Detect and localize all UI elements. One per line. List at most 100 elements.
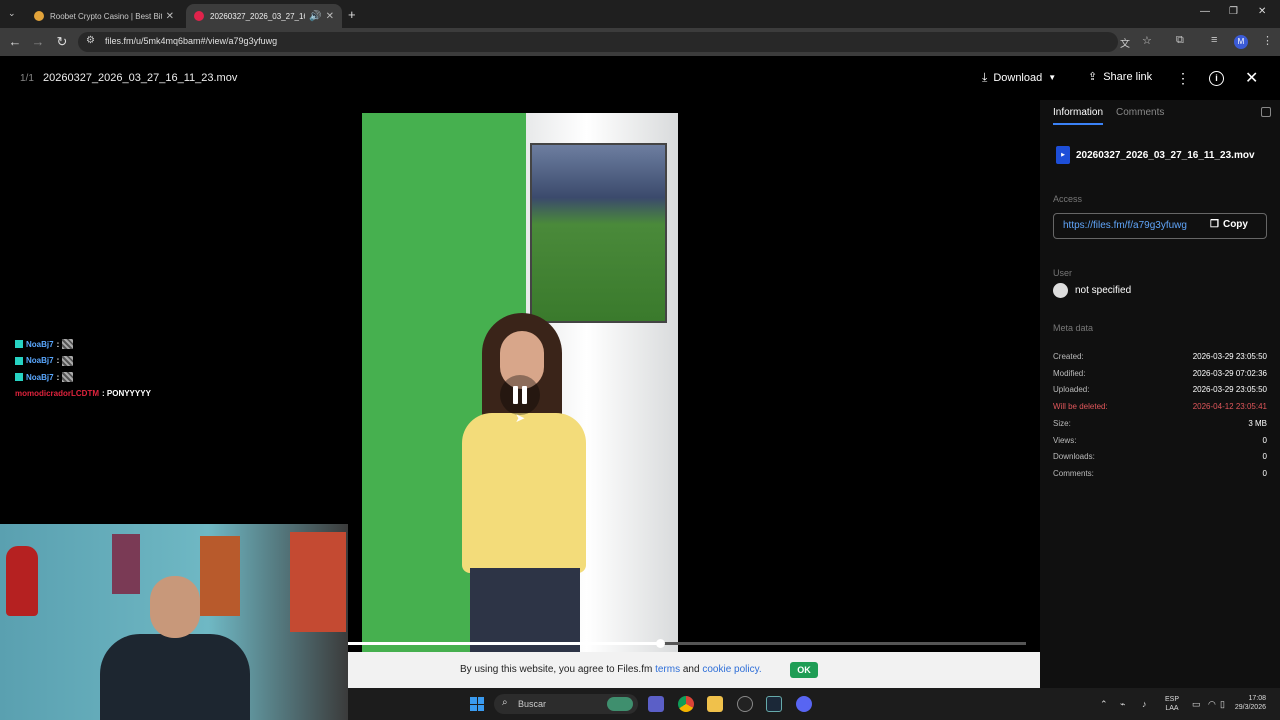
site-info-icon[interactable]: ⚙ — [86, 35, 95, 46]
viewer-filename: 20260327_2026_03_27_16_11_23.mov — [43, 72, 238, 84]
speaker-icon[interactable]: ♪ — [1142, 700, 1147, 709]
network-icon[interactable]: ⌁ — [1120, 700, 1125, 709]
cookie-policy-link[interactable]: cookie policy. — [702, 664, 761, 675]
meta-row: Will be deleted: 2026-04-12 23:05:41 — [1053, 402, 1267, 411]
video-file-icon: ▶ — [1056, 146, 1070, 164]
windows-taskbar — [348, 688, 1280, 720]
cookie-text-and: and — [680, 664, 703, 675]
mouse-cursor-icon: ➤ — [515, 411, 526, 425]
clock[interactable]: 17:08 29/3/2026 — [1222, 694, 1266, 712]
extensions-icon[interactable]: ⧉ — [1176, 34, 1184, 47]
meta-row: Comments: 0 — [1053, 469, 1267, 478]
reload-button[interactable]: ↻ — [54, 34, 70, 50]
meta-value: 2026-03-29 07:02:36 — [1192, 368, 1267, 378]
pause-button[interactable] — [500, 375, 540, 415]
meta-data-label: Meta data — [1053, 323, 1094, 333]
download-button[interactable]: ⤓ Download ▼ — [982, 70, 1056, 85]
clock-date: 29/3/2026 — [1234, 704, 1266, 711]
meta-key: Modified: — [1053, 368, 1086, 378]
share-link-url[interactable]: https://files.fm/f/a79g3yfuwg — [1063, 220, 1201, 231]
meta-row: Modified: 2026-03-29 07:02:36 — [1053, 369, 1267, 378]
chat-emote-icon — [62, 372, 74, 382]
access-label: Access — [1053, 194, 1083, 204]
download-label: Download — [993, 71, 1043, 84]
video-progress-fill — [348, 642, 660, 645]
forward-button[interactable]: → — [30, 34, 46, 50]
collapse-panel-icon[interactable] — [1261, 107, 1271, 117]
video-progress-handle[interactable] — [655, 639, 665, 648]
video-progress-bar[interactable] — [348, 639, 1026, 648]
close-tab-icon[interactable]: ✕ — [166, 11, 174, 22]
media-controls-icon[interactable]: ≡ — [1211, 34, 1217, 46]
tab-roobet[interactable]: Roobet Crypto Casino | Best Bit ✕ — [26, 4, 182, 28]
bookmark-star-icon[interactable]: ☆ — [1142, 34, 1152, 47]
meta-row: Views: 0 — [1053, 436, 1267, 445]
tab-label: 20260327_2026_03_27_16_ — [210, 11, 306, 21]
search-icon: ⌕ — [502, 697, 508, 708]
user-label: User — [1053, 268, 1073, 278]
chat-emote-icon — [62, 339, 74, 349]
webcam-person-body — [100, 634, 250, 720]
webcam-poster — [290, 532, 346, 632]
window-close-button[interactable]: ✕ — [1258, 6, 1266, 17]
maximize-button[interactable]: ❐ — [1229, 6, 1238, 17]
pause-icon — [513, 386, 518, 404]
discord-icon[interactable] — [796, 696, 812, 712]
meta-key: Size: — [1053, 418, 1071, 428]
chat-message: NoaBj7: — [15, 339, 74, 349]
chat-message: momodicradorLCDTM: PONYYYYY — [15, 389, 151, 398]
pause-icon — [522, 386, 527, 404]
meta-key: Downloads: — [1053, 452, 1095, 462]
browser-menu-icon[interactable]: ⋮ — [1262, 34, 1273, 47]
user-avatar — [1053, 283, 1068, 298]
meta-row: Uploaded: 2026-03-29 23:05:50 — [1053, 385, 1267, 394]
mute-tab-icon[interactable]: 🔊 — [309, 11, 321, 22]
terms-link[interactable]: terms — [655, 664, 680, 675]
info-icon[interactable]: i — [1209, 71, 1224, 86]
language-top: ESP — [1164, 696, 1179, 703]
steam-icon[interactable] — [766, 696, 782, 712]
copy-link-button[interactable]: ❐ Copy — [1210, 219, 1248, 230]
webcam-santa-figure — [6, 546, 38, 616]
translate-icon[interactable]: 文 — [1120, 35, 1130, 50]
webcam-poster — [200, 536, 240, 616]
meta-row: Size: 3 MB — [1053, 419, 1267, 428]
profile-avatar[interactable]: M — [1234, 35, 1248, 49]
tray-chevron-icon[interactable]: ⌃ — [1100, 700, 1108, 709]
video-frame-stadium-inset — [530, 143, 667, 323]
video-frame-person-top — [462, 413, 586, 573]
chat-message: NoaBj7: — [15, 355, 74, 366]
windows-start-icon[interactable] — [470, 697, 484, 711]
user-value: not specified — [1075, 285, 1132, 296]
meta-value: 2026-03-29 23:05:50 — [1192, 352, 1267, 361]
chat-badge-icon — [15, 340, 23, 348]
share-link-button[interactable]: ⇪ Share link — [1088, 70, 1152, 84]
chat-emote-icon — [62, 355, 74, 366]
back-button[interactable]: ← — [7, 34, 23, 50]
meta-key: Will be deleted: — [1053, 402, 1108, 412]
file-explorer-icon[interactable] — [707, 696, 723, 712]
chat-message: NoaBj7: — [15, 372, 74, 382]
chrome-icon[interactable] — [678, 696, 694, 712]
tab-comments[interactable]: Comments — [1116, 107, 1164, 118]
new-tab-button[interactable]: + — [348, 7, 356, 22]
more-options-icon[interactable]: ⋮ — [1176, 70, 1190, 87]
meta-value: 0 — [1262, 452, 1267, 462]
meta-value: 0 — [1262, 468, 1267, 478]
tab-information[interactable]: Information — [1053, 107, 1104, 125]
meta-key: Created: — [1053, 352, 1084, 361]
wifi-icon[interactable]: ◠ — [1208, 700, 1216, 709]
language-indicator[interactable]: ESP LAA — [1160, 695, 1184, 713]
cookie-ok-button[interactable]: OK — [790, 662, 818, 678]
taskbar-search-label: Buscar — [518, 699, 547, 709]
tab-list-chevron-icon[interactable]: ⌄ — [8, 8, 16, 19]
webcam-overlay — [0, 524, 348, 720]
tab-video[interactable]: 20260327_2026_03_27_16_ 🔊 ✕ — [186, 4, 342, 28]
close-viewer-icon[interactable]: ✕ — [1245, 68, 1258, 88]
chat-text: : — [56, 339, 60, 349]
browser-app-icon[interactable] — [737, 696, 753, 712]
display-icon[interactable]: ▭ — [1192, 700, 1201, 709]
teams-icon[interactable] — [648, 696, 664, 712]
minimize-button[interactable]: — — [1200, 6, 1210, 17]
close-tab-icon[interactable]: ✕ — [326, 11, 334, 22]
